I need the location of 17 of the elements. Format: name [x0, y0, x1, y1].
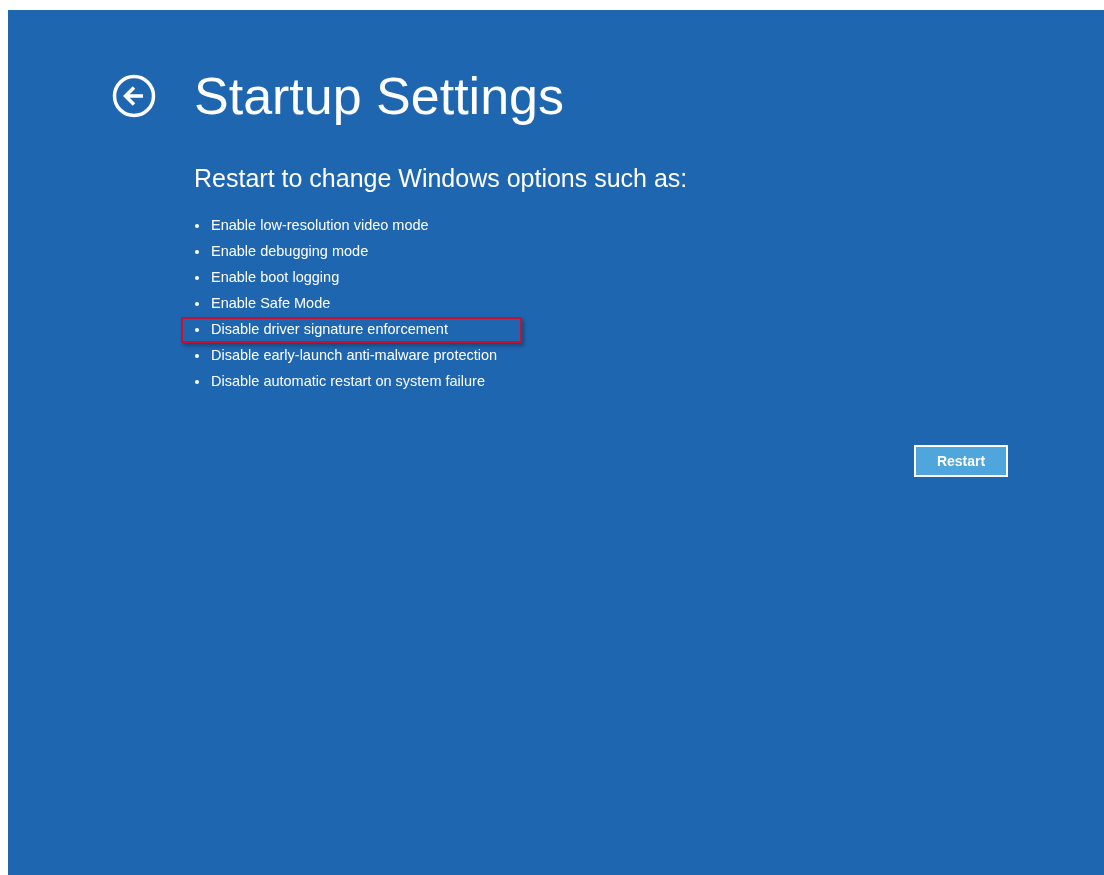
option-text: Enable Safe Mode: [211, 294, 331, 314]
option-text: Enable debugging mode: [211, 242, 369, 262]
bullet-icon: [195, 328, 199, 332]
bullet-icon: [195, 250, 199, 254]
option-text: Enable low-resolution video mode: [211, 216, 429, 236]
bullet-icon: [195, 224, 199, 228]
bullet-icon: [195, 276, 199, 280]
option-text: Disable automatic restart on system failure: [211, 372, 485, 392]
bullet-icon: [195, 354, 199, 358]
restart-button[interactable]: Restart: [914, 445, 1008, 477]
back-icon[interactable]: [112, 74, 156, 118]
bullet-icon: [195, 302, 199, 306]
option-text: Disable driver signature enforcement: [211, 320, 448, 340]
option-text: Enable boot logging: [211, 268, 340, 288]
bullet-icon: [195, 380, 199, 384]
option-text: Disable early-launch anti-malware protection: [211, 346, 498, 366]
page-subtitle: Restart to change Windows options such as:: [194, 166, 689, 191]
